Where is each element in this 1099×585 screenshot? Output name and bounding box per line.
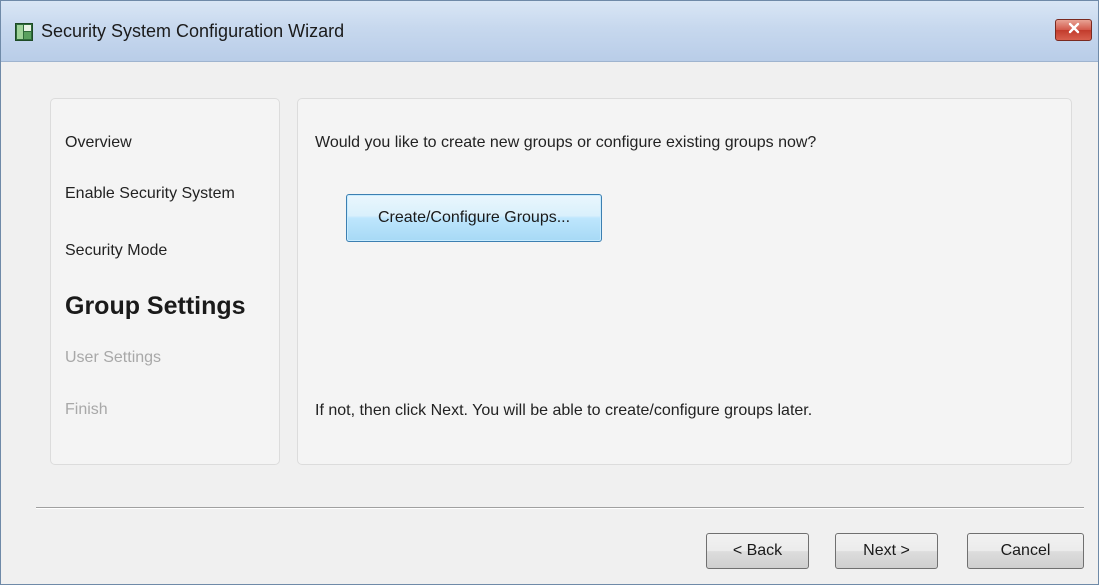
content-panel: Would you like to create new groups or c… — [297, 98, 1072, 465]
next-button[interactable]: Next > — [835, 533, 938, 569]
wizard-app-icon — [15, 23, 33, 41]
step-user-settings: User Settings — [65, 349, 162, 366]
cancel-button[interactable]: Cancel — [967, 533, 1084, 569]
steps-panel: Overview Enable Security System Security… — [50, 98, 280, 465]
title-bar[interactable]: Security System Configuration Wizard — [1, 1, 1098, 62]
step-group-settings-current: Group Settings — [65, 292, 246, 320]
create-configure-groups-button[interactable]: Create/Configure Groups... — [346, 194, 602, 242]
step-finish: Finish — [65, 401, 108, 418]
wizard-window: Security System Configuration Wizard Ove… — [0, 0, 1099, 585]
close-button[interactable] — [1055, 19, 1092, 41]
step-enable-security-system: Enable Security System — [65, 185, 235, 202]
window-title: Security System Configuration Wizard — [41, 21, 345, 41]
close-icon — [1067, 21, 1081, 39]
hint-text: If not, then click Next. You will be abl… — [315, 402, 813, 419]
footer-separator — [36, 507, 1084, 509]
step-security-mode: Security Mode — [65, 242, 168, 259]
question-text: Would you like to create new groups or c… — [315, 134, 817, 151]
back-button[interactable]: < Back — [706, 533, 809, 569]
step-overview: Overview — [65, 134, 132, 151]
